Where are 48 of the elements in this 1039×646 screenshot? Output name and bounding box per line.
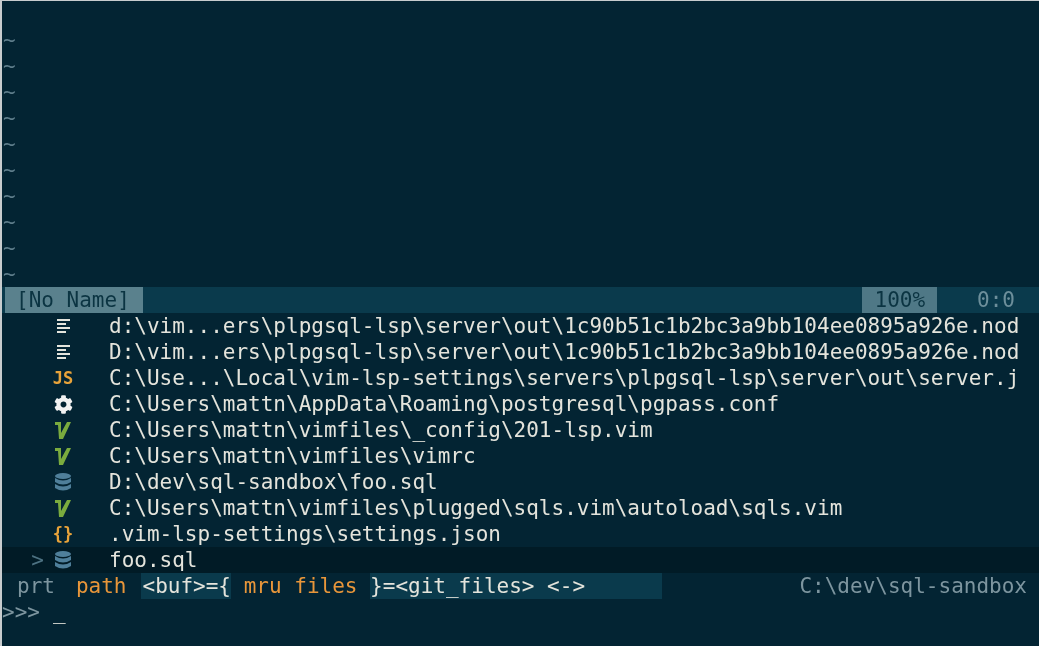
- vim-logo-icon: [55, 447, 71, 465]
- result-row[interactable]: C:\Users\mattn\vimfiles\_config\201-lsp.vim: [2, 417, 1039, 443]
- result-row[interactable]: D:\dev\sql-sandbox\foo.sql: [2, 469, 1039, 495]
- prompt-symbol: >>>: [2, 599, 40, 625]
- file-path: D:\dev\sql-sandbox\foo.sql: [109, 469, 438, 495]
- working-directory: C:\dev\sql-sandbox: [799, 573, 1027, 599]
- result-row[interactable]: JS C:\Use...\Local\vim-lsp-settings\servers\plpgsql-lsp\server\out\server.j: [2, 365, 1039, 391]
- empty-line-marker: ~: [2, 27, 16, 53]
- cursor-position: 0:0: [977, 287, 1015, 313]
- file-path: C:\Users\mattn\vimfiles\plugged\sqls.vim\autoload\sqls.vim: [109, 495, 843, 521]
- file-path: foo.sql: [109, 547, 198, 573]
- file-path: C:\Users\mattn\vimfiles\vimrc: [109, 443, 476, 469]
- empty-line-marker: ~: [2, 105, 16, 131]
- result-row[interactable]: C:\Users\mattn\vimfiles\plugged\sqls.vim\autoload\sqls.vim: [2, 495, 1039, 521]
- database-icon: [55, 551, 71, 569]
- file-name: [No Name]: [5, 287, 143, 313]
- text-file-icon: [56, 344, 70, 360]
- prompt-mode: prt: [17, 573, 55, 599]
- empty-line-marker: ~: [2, 157, 16, 183]
- empty-line-marker: ~: [2, 183, 16, 209]
- file-path: C:\Use...\Local\vim-lsp-settings\servers\plpgsql-lsp\server\out\server.j: [109, 365, 1020, 391]
- empty-line-marker: ~: [2, 261, 16, 287]
- vim-logo-icon: [55, 421, 71, 439]
- vim-logo-icon: [55, 499, 71, 517]
- selection-marker: >: [31, 548, 44, 572]
- empty-line-marker: ~: [2, 53, 16, 79]
- current-mode: mru files: [242, 573, 359, 599]
- braces-icon: {}: [52, 521, 74, 547]
- text-file-icon: [56, 318, 70, 334]
- result-row[interactable]: > foo.sql: [2, 547, 1039, 573]
- mode-list: }=<git_files> <->: [370, 573, 663, 599]
- empty-line-marker: ~: [2, 235, 16, 261]
- scroll-percent: 100%: [862, 287, 938, 313]
- mode-list: <buf>={: [140, 573, 232, 599]
- match-type: path: [75, 573, 127, 599]
- result-row[interactable]: C:\Users\mattn\vimfiles\vimrc: [2, 443, 1039, 469]
- empty-line-marker: ~: [2, 131, 16, 157]
- text-cursor[interactable]: _: [52, 599, 66, 625]
- js-icon: JS: [52, 365, 74, 391]
- settings-icon: [53, 394, 73, 414]
- file-path: C:\Users\mattn\AppData\Roaming\postgresql\pgpass.conf: [109, 391, 780, 417]
- file-path: C:\Users\mattn\vimfiles\_config\201-lsp.vim: [109, 417, 653, 443]
- database-icon: [55, 473, 71, 491]
- file-path: .vim-lsp-settings\settings.json: [109, 521, 501, 547]
- empty-line-marker: ~: [2, 209, 16, 235]
- result-row[interactable]: C:\Users\mattn\AppData\Roaming\postgresql\pgpass.conf: [2, 391, 1039, 417]
- result-row[interactable]: {} .vim-lsp-settings\settings.json: [2, 521, 1039, 547]
- empty-line-marker: ~: [2, 79, 16, 105]
